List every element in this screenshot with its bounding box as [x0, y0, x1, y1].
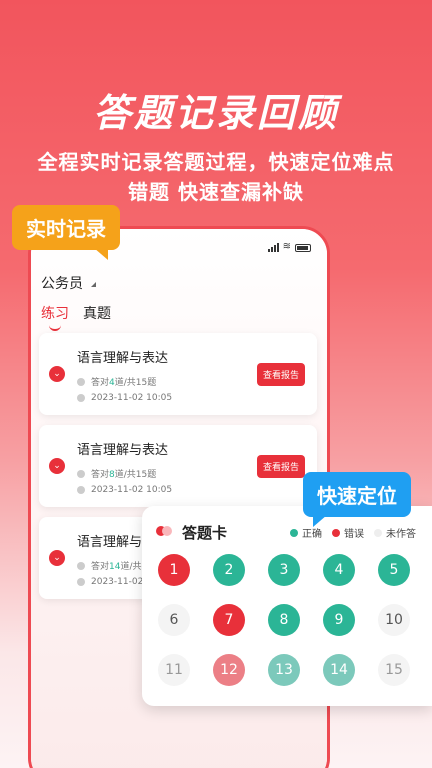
question-number-button[interactable]: 9: [323, 604, 355, 636]
caret-down-icon: [91, 281, 97, 287]
clock-icon: [77, 486, 85, 494]
answer-card-logo-icon: [156, 526, 174, 538]
answer-card-panel: 答题卡 正确 错误 未作答 1 2 3 4 5 6 7 8 9 10 11 12 13 14 15: [142, 506, 432, 706]
question-number-button[interactable]: 1: [158, 554, 190, 586]
tab-bar: 练习 真题: [41, 303, 111, 331]
answer-legend: 正确 错误 未作答: [290, 525, 416, 540]
record-time: 2023-11-02 10:05: [77, 393, 172, 403]
tab-practice[interactable]: 练习: [41, 303, 69, 331]
record-score: 答对4道/共15题: [77, 375, 156, 388]
record-title: 语言理解与表达: [77, 351, 169, 366]
view-report-button[interactable]: 查看报告: [256, 455, 305, 478]
clock-icon: [77, 394, 85, 402]
record-time: 2023-11-02 10:05: [77, 485, 172, 495]
subtitle-line-2: 错题 快速查漏补缺: [128, 180, 304, 204]
exam-type-selector[interactable]: 公务员: [41, 273, 97, 293]
question-number-button[interactable]: 15: [378, 654, 410, 686]
question-number-button[interactable]: 14: [323, 654, 355, 686]
tab-active-indicator: [49, 325, 61, 331]
exam-type-label: 公务员: [41, 276, 83, 292]
wifi-icon: ≋: [282, 241, 291, 252]
view-report-button[interactable]: 查看报告: [256, 363, 305, 386]
chevron-down-icon[interactable]: ⌄: [49, 550, 65, 566]
question-number-button[interactable]: 10: [378, 604, 410, 636]
check-icon: [77, 469, 85, 478]
question-number-button[interactable]: 13: [268, 654, 300, 686]
question-number-button[interactable]: 4: [323, 554, 355, 586]
record-score: 答对8道/共15题: [77, 467, 156, 480]
question-number-button[interactable]: 3: [268, 554, 300, 586]
realtime-record-bubble: 实时记录: [12, 205, 120, 260]
record-card[interactable]: ⌄ 语言理解与表达 答对8道/共15题 2023-11-02 10:05 查看报…: [39, 425, 317, 507]
check-icon: [77, 377, 85, 386]
quick-locate-bubble: 快速定位: [303, 472, 411, 527]
question-number-button[interactable]: 5: [378, 554, 410, 586]
question-number-button[interactable]: 2: [213, 554, 245, 586]
subtitle-line-1: 全程实时记录答题过程，快速定位难点: [37, 150, 395, 174]
battery-icon: [295, 244, 311, 252]
question-number-button[interactable]: 12: [213, 654, 245, 686]
question-number-button[interactable]: 8: [268, 604, 300, 636]
tab-past-papers[interactable]: 真题: [83, 303, 111, 323]
chevron-down-icon[interactable]: ⌄: [49, 366, 65, 382]
record-card[interactable]: ⌄ 语言理解与表达 答对4道/共15题 2023-11-02 10:05 查看报…: [39, 333, 317, 415]
record-time: 2023-11-02: [77, 577, 143, 587]
record-title: 语言理解与表达: [77, 443, 169, 458]
question-number-button[interactable]: 7: [213, 604, 245, 636]
signal-icon: [267, 243, 279, 252]
legend-wrong: 错误: [332, 525, 364, 540]
legend-correct: 正确: [290, 525, 322, 540]
chevron-down-icon[interactable]: ⌄: [49, 458, 65, 474]
check-icon: [77, 561, 85, 570]
clock-icon: [77, 578, 85, 586]
legend-unanswered: 未作答: [374, 525, 416, 540]
answer-card-title: 答题卡: [182, 524, 228, 542]
record-score: 答对14道/共: [77, 559, 142, 572]
question-number-button[interactable]: 6: [158, 604, 190, 636]
question-number-button[interactable]: 11: [158, 654, 190, 686]
headline: 答题记录回顾: [92, 91, 339, 135]
